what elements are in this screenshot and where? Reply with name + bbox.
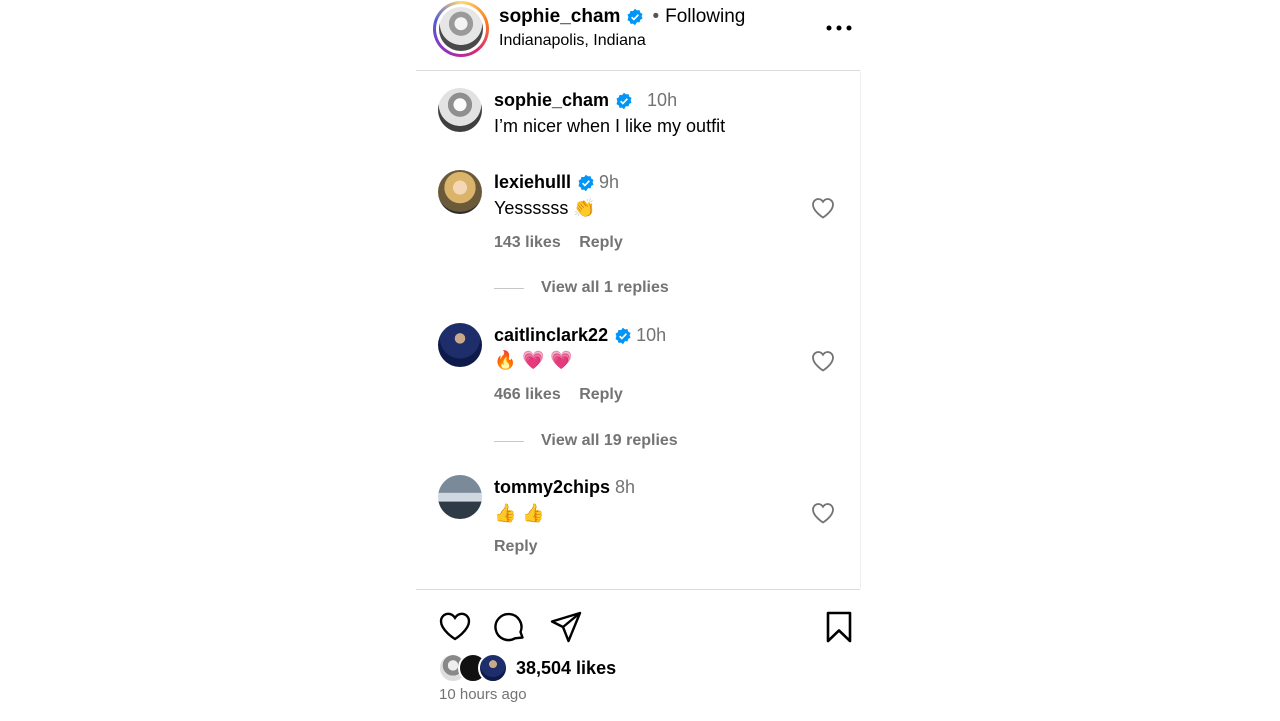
verified-icon xyxy=(627,8,643,26)
comment-body: Yessssss xyxy=(494,198,569,218)
verified-icon xyxy=(578,174,594,191)
liker-avatar xyxy=(478,653,508,683)
view-replies-link[interactable]: View all 19 replies xyxy=(494,432,678,450)
post-header: sophie_cham • Following Indianapolis, In… xyxy=(416,0,860,71)
separator-dot: • xyxy=(652,6,660,27)
share-icon[interactable] xyxy=(549,610,583,644)
reply-button[interactable]: Reply xyxy=(579,234,623,251)
following-button[interactable]: Following xyxy=(665,6,745,28)
comment-avatar[interactable] xyxy=(438,323,482,367)
heart-icon[interactable] xyxy=(811,350,835,372)
comment-username[interactable]: lexiehulll xyxy=(494,172,571,193)
heart-icon[interactable] xyxy=(438,610,472,644)
comment-header: caitlinclark22 10h xyxy=(494,325,666,346)
comment-text: Yessssss 👏 xyxy=(494,198,596,219)
caption-time: 10h xyxy=(647,90,678,110)
comment-username[interactable]: caitlinclark22 xyxy=(494,325,608,346)
post-location[interactable]: Indianapolis, Indiana xyxy=(499,32,646,50)
heart-icon[interactable] xyxy=(811,197,835,219)
thumbs-up-emoji: 👍 👍 xyxy=(494,503,545,524)
author-avatar[interactable] xyxy=(433,1,489,57)
replies-divider xyxy=(494,440,524,442)
comment-meta: 466 likes Reply xyxy=(494,386,637,404)
more-icon[interactable] xyxy=(824,18,854,38)
comment-time: 10h xyxy=(636,325,667,345)
comment-avatar[interactable] xyxy=(438,170,482,214)
comment-likes[interactable]: 143 likes xyxy=(494,234,561,251)
clap-emoji: 👏 xyxy=(573,198,596,219)
comment-text: 👍 👍 xyxy=(494,503,545,524)
comment-time: 9h xyxy=(599,172,620,192)
fire-heart-emoji: 🔥 💗 💗 xyxy=(494,350,573,371)
comment-meta: 143 likes Reply xyxy=(494,234,637,252)
caption-header: sophie_cham 10h xyxy=(494,90,677,111)
comment-icon[interactable] xyxy=(493,610,527,644)
comment-likes[interactable]: 466 likes xyxy=(494,386,561,403)
post-actions: 38,504 likes 10 hours ago xyxy=(416,589,860,721)
likes-summary[interactable]: 38,504 likes xyxy=(438,653,616,683)
replies-divider xyxy=(494,287,524,289)
view-replies-label[interactable]: View all 1 replies xyxy=(541,279,669,297)
caption-avatar[interactable] xyxy=(438,88,482,132)
view-replies-link[interactable]: View all 1 replies xyxy=(494,279,669,297)
heart-icon[interactable] xyxy=(811,502,835,524)
comment-time: 8h xyxy=(615,477,636,497)
header-username-row: sophie_cham • Following xyxy=(499,6,745,28)
like-count[interactable]: 38,504 likes xyxy=(516,658,616,679)
reply-button[interactable]: Reply xyxy=(579,386,623,403)
comment-header: lexiehulll 9h xyxy=(494,172,619,193)
post-panel: sophie_cham • Following Indianapolis, In… xyxy=(416,0,861,721)
view-replies-label[interactable]: View all 19 replies xyxy=(541,432,678,450)
comment-avatar[interactable] xyxy=(438,475,482,519)
caption-text: I’m nicer when I like my outfit xyxy=(494,116,726,136)
comment-username[interactable]: tommy2chips xyxy=(494,477,610,498)
comments-list[interactable]: sophie_cham 10h I’m nicer when I like my… xyxy=(416,71,861,589)
verified-icon xyxy=(616,92,632,109)
comment-header: tommy2chips 8h xyxy=(494,477,635,498)
comment-meta: Reply xyxy=(494,538,552,556)
post-timestamp: 10 hours ago xyxy=(439,686,527,703)
author-username[interactable]: sophie_cham xyxy=(499,6,620,28)
comment-text: 🔥 💗 💗 xyxy=(494,350,573,371)
bookmark-icon[interactable] xyxy=(822,610,856,644)
caption-username[interactable]: sophie_cham xyxy=(494,90,609,111)
verified-icon xyxy=(615,327,631,344)
reply-button[interactable]: Reply xyxy=(494,538,538,555)
